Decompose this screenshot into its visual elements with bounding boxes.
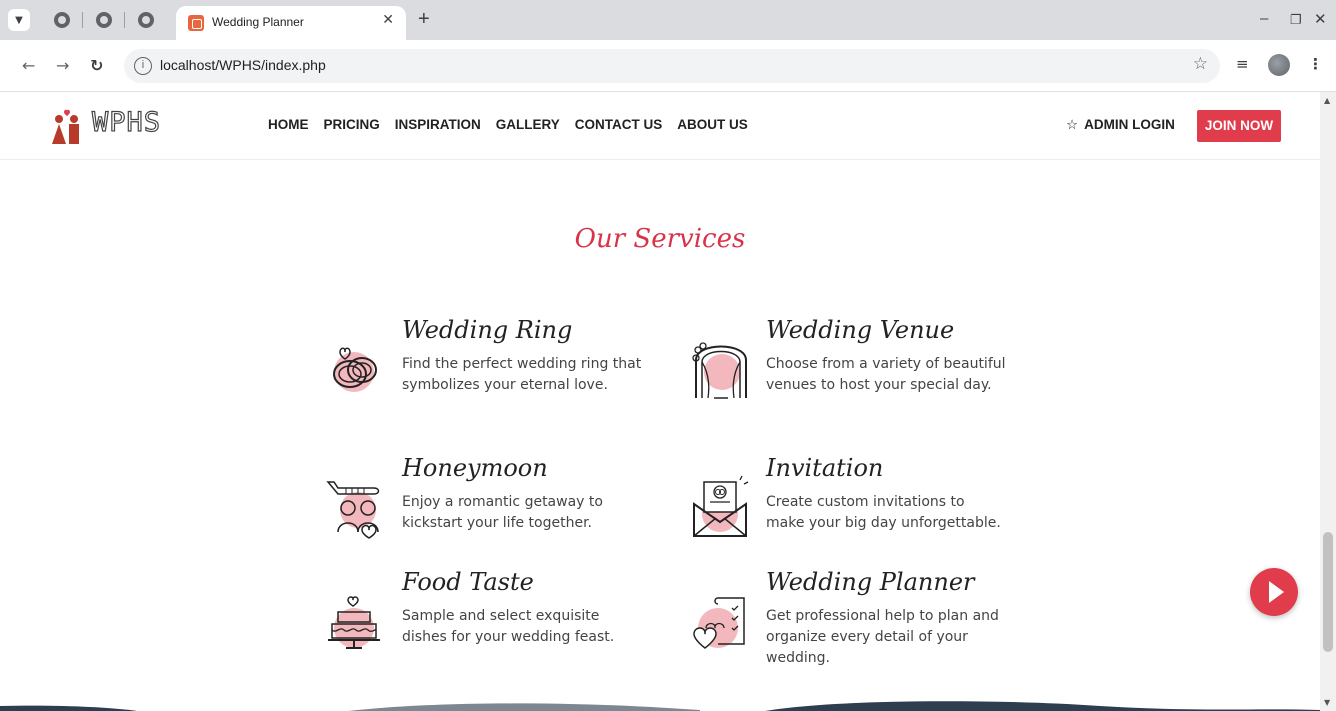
service-description: Sample and select exquisite dishes for y…	[402, 608, 615, 645]
menu-inspiration[interactable]: INSPIRATION	[395, 117, 481, 132]
xampp-favicon-icon	[188, 15, 204, 31]
new-tab-button[interactable]: +	[418, 8, 430, 31]
profile-avatar[interactable]	[1268, 54, 1290, 76]
play-video-button[interactable]	[1250, 568, 1298, 616]
menu-about-us[interactable]: ABOUT US	[677, 117, 748, 132]
menu-pricing[interactable]: PRICING	[324, 117, 380, 132]
service-card: Wedding Venue Choose from a variety of b…	[688, 316, 1028, 436]
checklist-icon	[693, 597, 745, 649]
service-title: Wedding Planner	[766, 568, 975, 596]
back-arrow-icon[interactable]: ←	[22, 56, 35, 75]
media-controls-icon[interactable]: ≡	[1236, 55, 1249, 73]
scroll-down-arrow-icon[interactable]: ▼	[1324, 698, 1330, 707]
service-title: Invitation	[766, 454, 884, 482]
site-logo[interactable]: WPHS	[50, 104, 180, 144]
service-title: Food Taste	[402, 568, 534, 596]
tab-close-icon[interactable]: ✕	[382, 12, 394, 28]
active-tab[interactable]: Wedding Planner ✕	[176, 6, 406, 40]
service-title: Honeymoon	[402, 454, 548, 482]
menu-gallery[interactable]: GALLERY	[496, 117, 560, 132]
browser-toolbar: ← → ↻ i localhost/WPHS/index.php ☆ ≡ ⋮	[0, 40, 1336, 92]
address-bar[interactable]: i localhost/WPHS/index.php ☆	[124, 49, 1220, 83]
menu-contact-us[interactable]: CONTACT US	[575, 117, 663, 132]
service-description: Create custom invitations to make your b…	[766, 494, 1001, 531]
footer-wave-divider	[0, 701, 1320, 711]
site-info-icon[interactable]: i	[134, 57, 152, 75]
service-title: Wedding Ring	[402, 316, 573, 344]
menu-home[interactable]: HOME	[268, 117, 309, 132]
scrollbar-thumb[interactable]	[1323, 532, 1333, 652]
admin-login-link[interactable]: ☆ ADMIN LOGIN	[1066, 117, 1175, 133]
restore-button[interactable]: ❐	[1290, 12, 1302, 28]
tab-separator	[124, 12, 125, 28]
pinned-tab-globe-icon[interactable]	[96, 12, 112, 28]
star-icon: ☆	[1066, 117, 1079, 132]
url-text: localhost/WPHS/index.php	[160, 57, 326, 73]
service-card: Wedding Ring Find the perfect wedding ri…	[324, 316, 664, 436]
tab-title: Wedding Planner	[212, 15, 304, 29]
service-description: Find the perfect wedding ring that symbo…	[402, 356, 642, 393]
reload-icon[interactable]: ↻	[90, 56, 103, 75]
page-scrollbar[interactable]: ▲ ▼	[1320, 92, 1336, 711]
section-title: Our Services	[574, 224, 746, 254]
arch-icon	[692, 342, 747, 399]
tab-separator	[82, 12, 83, 28]
site-navbar: WPHS HOME PRICING INSPIRATION GALLERY CO…	[0, 92, 1320, 160]
envelope-icon	[693, 475, 749, 537]
browser-tab-bar: ▼ Wedding Planner ✕ + – ❐ ✕	[0, 0, 1336, 40]
rings-icon	[333, 347, 377, 392]
join-now-button[interactable]: JOIN NOW	[1197, 110, 1281, 142]
forward-arrow-icon[interactable]: →	[56, 56, 69, 75]
page-viewport: WPHS HOME PRICING INSPIRATION GALLERY CO…	[0, 92, 1320, 711]
service-card: Wedding Planner Get professional help to…	[688, 568, 1028, 688]
cake-icon	[328, 596, 380, 649]
admin-login-label: ADMIN LOGIN	[1084, 117, 1175, 132]
scroll-up-arrow-icon[interactable]: ▲	[1324, 96, 1330, 105]
service-title: Wedding Venue	[766, 316, 955, 344]
pinned-tab-globe-icon[interactable]	[54, 12, 70, 28]
close-window-button[interactable]: ✕	[1314, 10, 1327, 28]
service-card: Invitation Create custom invitations to …	[688, 454, 1028, 574]
service-description: Enjoy a romantic getaway to kickstart yo…	[402, 494, 603, 531]
tab-search-button[interactable]: ▼	[8, 9, 30, 31]
pinned-tab-globe-icon[interactable]	[138, 12, 154, 28]
service-card: Food Taste Sample and select exquisite d…	[324, 568, 664, 688]
service-description: Get professional help to plan and organi…	[766, 608, 999, 666]
service-card: Honeymoon Enjoy a romantic getaway to ki…	[324, 454, 664, 574]
service-description: Choose from a variety of beautiful venue…	[766, 356, 1006, 393]
bookmark-star-icon[interactable]: ☆	[1193, 54, 1208, 74]
logo-text: WPHS	[91, 106, 162, 138]
kebab-menu-icon[interactable]: ⋮	[1308, 55, 1323, 73]
couple-plane-icon	[326, 481, 380, 539]
couple-logo-icon	[52, 109, 79, 144]
main-menu: HOME PRICING INSPIRATION GALLERY CONTACT…	[268, 117, 748, 132]
minimize-button[interactable]: –	[1260, 10, 1268, 27]
